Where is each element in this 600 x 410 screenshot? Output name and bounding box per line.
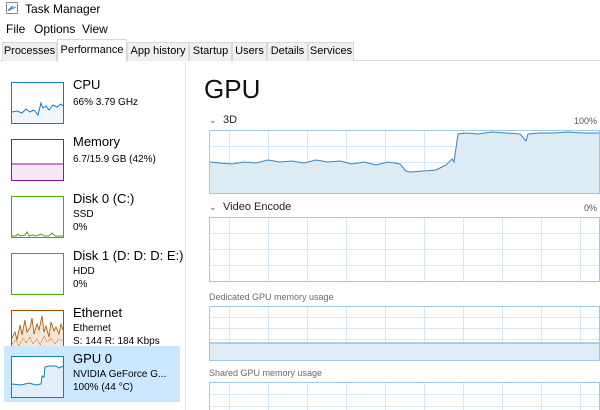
cpu-thumbnail-graph (11, 82, 64, 124)
video-encode-max-percent: 0% (583, 203, 597, 213)
sidebar-item-detail: SSD (73, 209, 94, 220)
sidebar-item-disk-0[interactable]: Disk 0 (C:) SSD 0% (4, 186, 180, 242)
shared-memory-graph-svg (210, 383, 599, 410)
sidebar-item-usage: 0% (73, 222, 88, 233)
sidebar-item-disk-1[interactable]: Disk 1 (D: D: D: E:) HDD 0% (4, 243, 184, 299)
tab-details[interactable]: Details (267, 42, 308, 61)
memory-thumbnail-graph (11, 139, 64, 181)
video-encode-graph (209, 217, 600, 282)
sidebar-item-cpu[interactable]: CPU 66% 3.79 GHz (4, 72, 180, 128)
dedicated-memory-graph (209, 306, 600, 361)
sidebar-item-detail: 6.7/15.9 GB (42%) (73, 154, 156, 165)
tab-startup[interactable]: Startup (189, 42, 232, 61)
sidebar-item-name: CPU (73, 77, 101, 92)
dedicated-memory-label: Dedicated GPU memory usage (209, 292, 334, 302)
video-encode-label: Video Encode (223, 201, 292, 213)
shared-memory-label: Shared GPU memory usage (209, 368, 323, 378)
engine-3d-label: 3D (223, 114, 238, 126)
menu-file[interactable]: File (6, 22, 25, 36)
tab-processes[interactable]: Processes (2, 42, 57, 61)
tab-performance[interactable]: Performance (57, 39, 127, 62)
sidebar-item-detail: NVIDIA GeForce G... (73, 369, 167, 380)
sidebar-item-detail: 66% 3.79 GHz (73, 97, 139, 108)
shared-memory-graph (209, 382, 600, 410)
task-manager-icon (6, 2, 18, 14)
dedicated-memory-graph-svg (210, 307, 599, 360)
menu-view[interactable]: View (82, 22, 108, 36)
sidebar-item-name: Disk 1 (D: D: D: E:) (73, 248, 184, 263)
tab-services[interactable]: Services (308, 42, 354, 61)
tab-app-history[interactable]: App history (127, 42, 189, 61)
gpu-detail-panel: GPU ⌄ 3D 100% ⌄ Video Encode 0% Dedicate… (187, 62, 600, 410)
video-encode-graph-svg (210, 218, 599, 281)
sidebar-item-name: Ethernet (73, 305, 123, 320)
sidebar-item-name: GPU 0 (73, 351, 113, 366)
sidebar-item-detail: HDD (73, 266, 95, 277)
page-title: GPU (204, 74, 261, 104)
tab-strip: Processes Performance App history Startu… (0, 39, 600, 62)
sidebar-item-usage: 100% (44 °C) (73, 382, 134, 393)
title-bar: Task Manager (0, 0, 600, 18)
video-encode-header[interactable]: ⌄ Video Encode (209, 201, 291, 213)
sidebar-item-detail: Ethernet (73, 323, 111, 334)
tab-users[interactable]: Users (232, 42, 267, 61)
window-title: Task Manager (25, 2, 101, 16)
sidebar-item-name: Memory (73, 134, 120, 149)
chevron-down-icon: ⌄ (209, 115, 217, 125)
engine-3d-header[interactable]: ⌄ 3D (209, 114, 237, 126)
sidebar-item-memory[interactable]: Memory 6.7/15.9 GB (42%) (4, 129, 180, 185)
engine-3d-graph-svg (210, 131, 599, 193)
menu-bar: File Options View (0, 19, 600, 39)
sidebar-item-name: Disk 0 (C:) (73, 191, 135, 206)
disk1-thumbnail-graph (11, 253, 64, 295)
gpu-thumbnail-graph (11, 356, 64, 398)
engine-3d-graph (209, 130, 600, 194)
resource-sidebar: CPU 66% 3.79 GHz Memory 6.7/15.9 GB (42%… (0, 62, 186, 410)
sidebar-item-gpu-0[interactable]: GPU 0 NVIDIA GeForce G... 100% (44 °C) (4, 346, 180, 402)
chevron-down-icon: ⌄ (209, 202, 217, 212)
disk0-thumbnail-graph (11, 196, 64, 238)
menu-options[interactable]: Options (34, 22, 75, 36)
sidebar-item-usage: 0% (73, 279, 88, 290)
engine-3d-max-percent: 100% (573, 116, 597, 126)
